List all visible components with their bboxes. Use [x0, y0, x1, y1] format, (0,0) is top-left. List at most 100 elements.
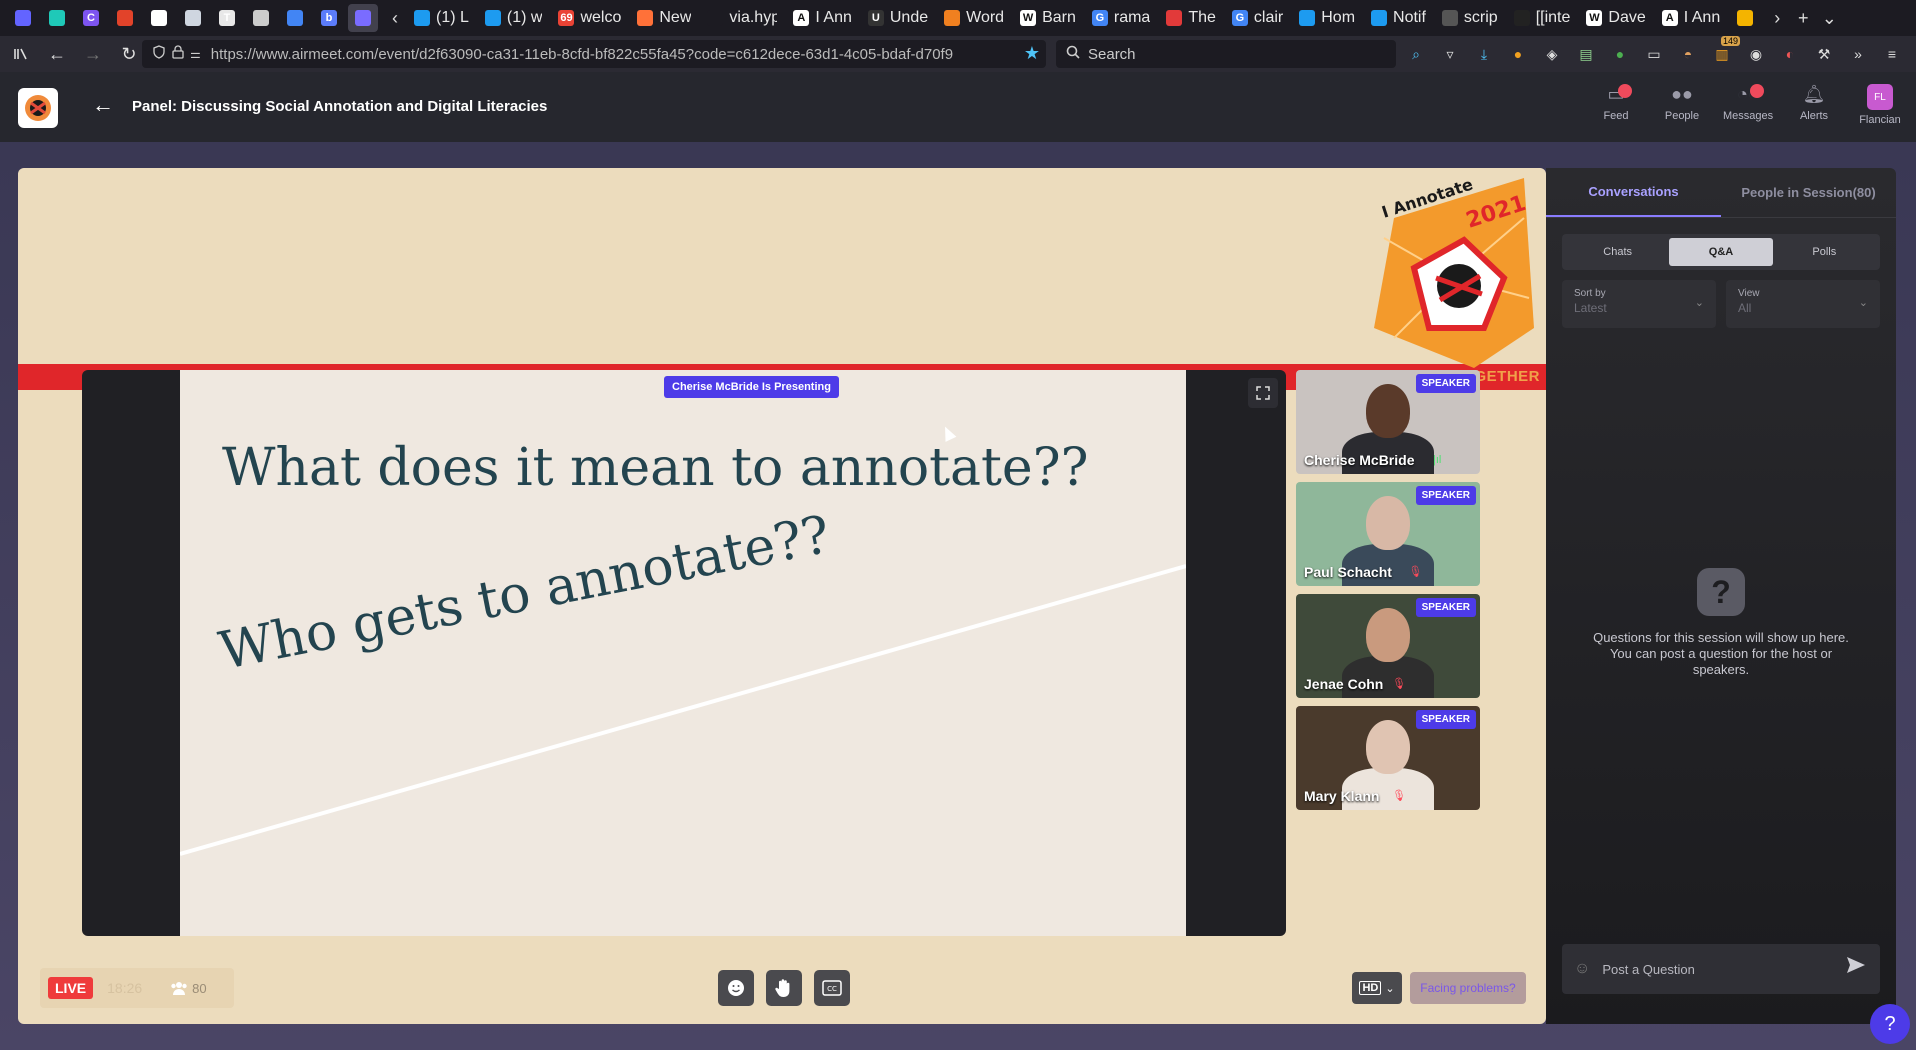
browser-tab[interactable] — [144, 4, 174, 32]
browser-tab[interactable]: New — [631, 4, 697, 32]
eye-icon[interactable]: ◉ — [1744, 42, 1768, 66]
sidebar-toggle-icon[interactable] — [6, 39, 36, 69]
browser-tab[interactable] — [348, 4, 378, 32]
browser-tab[interactable] — [8, 4, 38, 32]
browser-tab[interactable]: A I Ann — [787, 4, 857, 32]
browser-tab[interactable]: Word — [938, 4, 1010, 32]
captions-button[interactable]: CC — [814, 970, 850, 1006]
emoji-icon[interactable]: ☺ — [1574, 960, 1590, 978]
record-icon[interactable]: ◐ — [1778, 42, 1802, 66]
browser-tab[interactable]: (1) L — [408, 4, 475, 32]
fullscreen-icon[interactable] — [1248, 378, 1278, 408]
cube-icon[interactable]: ◈ — [1540, 42, 1564, 66]
browser-tab[interactable]: T — [212, 4, 242, 32]
url-bar[interactable]: ⚌ https://www.airmeet.com/event/d2f63090… — [142, 40, 1046, 68]
browser-tab[interactable] — [246, 4, 276, 32]
search-bar[interactable]: Search — [1056, 40, 1396, 68]
bookmark-star-icon[interactable]: ★ — [1024, 43, 1040, 64]
nav-people[interactable]: ●● People — [1660, 84, 1704, 126]
lock-icon[interactable] — [172, 45, 184, 63]
wrench-icon[interactable]: ⚒ — [1812, 42, 1836, 66]
hamburger-menu-icon[interactable]: ≡ — [1880, 42, 1904, 66]
tabs-scroll-left-icon[interactable]: ‹ — [382, 8, 408, 29]
browser-tab[interactable] — [42, 4, 72, 32]
speaker-badge: SPEAKER — [1415, 710, 1476, 729]
browser-tab[interactable]: Grama — [1086, 4, 1156, 32]
speaker-tile[interactable]: SPEAKER Jenae Cohn 🎙︎ — [1296, 594, 1480, 698]
emoji-reaction-button[interactable] — [718, 970, 754, 1006]
facing-problems-button[interactable]: Facing problems? — [1410, 972, 1526, 1004]
nav-alerts[interactable]: 🔔︎ Alerts — [1792, 84, 1836, 126]
hand-icon — [775, 979, 790, 997]
multi-account-icon[interactable]: ▥ 149 — [1710, 36, 1740, 66]
avatar[interactable]: FL — [1867, 84, 1893, 110]
nav-feed[interactable]: ▭ Feed — [1594, 84, 1638, 126]
browser-tab[interactable]: W Dave — [1580, 4, 1651, 32]
speaker-badge: SPEAKER — [1415, 486, 1476, 505]
back-button[interactable]: ← — [42, 39, 72, 69]
tabs-scroll-right-icon[interactable]: › — [1764, 8, 1790, 29]
raise-hand-button[interactable] — [766, 970, 802, 1006]
burger-icon[interactable]: ◓ — [1676, 42, 1700, 66]
speaker-badge: SPEAKER — [1415, 598, 1476, 617]
browser-tab[interactable]: Notif — [1365, 4, 1432, 32]
browser-tab[interactable]: 69 welco — [552, 4, 627, 32]
speaker-tile[interactable]: SPEAKER Mary Klann 🎙︎ — [1296, 706, 1480, 810]
speaker-video-face — [1366, 384, 1410, 438]
browser-tab[interactable] — [1730, 4, 1760, 32]
browser-tab[interactable]: U Unde — [862, 4, 934, 32]
event-logo[interactable] — [18, 88, 58, 128]
puzzle-icon — [49, 10, 65, 26]
attendee-count[interactable]: 80 — [170, 981, 207, 996]
forward-button[interactable]: → — [78, 39, 108, 69]
permissions-icon[interactable]: ⚌ — [190, 47, 201, 61]
reload-button[interactable]: ↻ — [114, 39, 144, 69]
browser-tab[interactable]: [[inte — [1508, 4, 1577, 32]
browser-tab[interactable] — [110, 4, 140, 32]
sort-by-dropdown[interactable]: Sort by Latest ⌄ — [1562, 280, 1716, 328]
browser-tab[interactable] — [280, 4, 310, 32]
speaker-tile[interactable]: SPEAKER Paul Schacht 🎙︎ — [1296, 482, 1480, 586]
post-question-input[interactable]: ☺ Post a Question — [1562, 944, 1880, 994]
help-icon[interactable]: ? — [1870, 1004, 1910, 1044]
tab-conversations[interactable]: Conversations — [1546, 168, 1721, 217]
note-icon[interactable]: ▭ — [1642, 42, 1666, 66]
honey-icon[interactable]: ● — [1506, 42, 1530, 66]
browser-tab[interactable]: A I Ann — [1656, 4, 1726, 32]
browser-tab-title: Unde — [889, 9, 929, 26]
browser-tab[interactable]: C — [76, 4, 106, 32]
subtab-polls[interactable]: Polls — [1773, 238, 1876, 266]
stage-tools: CC — [718, 970, 850, 1006]
send-icon[interactable] — [1846, 956, 1866, 980]
browser-tab[interactable]: W Barn — [1014, 4, 1082, 32]
pocket-icon[interactable]: ▿ — [1438, 42, 1462, 66]
back-arrow-icon[interactable]: ← — [92, 92, 114, 118]
nav-flancian[interactable]: FL Flancian — [1858, 84, 1902, 126]
browser-tab[interactable]: via.hyp — [701, 4, 783, 32]
browser-tab[interactable] — [178, 4, 208, 32]
speaker-tile[interactable]: SPEAKER Cherise McBride |ıl — [1296, 370, 1480, 474]
new-tab-icon[interactable]: + — [1790, 8, 1816, 29]
table-icon[interactable]: ▤ — [1574, 42, 1598, 66]
browser-tab[interactable]: b — [314, 4, 344, 32]
subtab-qa[interactable]: Q&A — [1669, 238, 1773, 266]
download-icon[interactable]: ⤓ — [1472, 42, 1496, 66]
tab-people-in-session[interactable]: People in Session(80) — [1721, 168, 1896, 217]
browser-tab[interactable]: scrip — [1436, 4, 1504, 32]
browser-tab[interactable]: (1) w — [479, 4, 549, 32]
view-dropdown[interactable]: View All ⌄ — [1726, 280, 1880, 328]
url-text[interactable]: https://www.airmeet.com/event/d2f63090-c… — [211, 46, 1011, 63]
shield-icon[interactable] — [152, 45, 166, 63]
quality-selector[interactable]: HD ⌄ — [1352, 972, 1402, 1004]
browser-tab[interactable]: The — [1160, 4, 1222, 32]
page-title: Panel: Discussing Social Annotation and … — [132, 98, 548, 115]
overflow-chevrons-icon[interactable]: » — [1846, 42, 1870, 66]
nav-messages[interactable]: ◔◔ Messages — [1723, 84, 1773, 126]
badge-b-icon[interactable]: ● — [1608, 42, 1632, 66]
magnifier-icon[interactable]: ⌕ — [1404, 42, 1428, 66]
list-all-tabs-icon[interactable]: ⌄ — [1816, 8, 1842, 29]
subtab-chats[interactable]: Chats — [1566, 238, 1669, 266]
medium-icon — [151, 10, 167, 26]
browser-tab[interactable]: Hom — [1293, 4, 1361, 32]
browser-tab[interactable]: Gclair — [1226, 4, 1289, 32]
